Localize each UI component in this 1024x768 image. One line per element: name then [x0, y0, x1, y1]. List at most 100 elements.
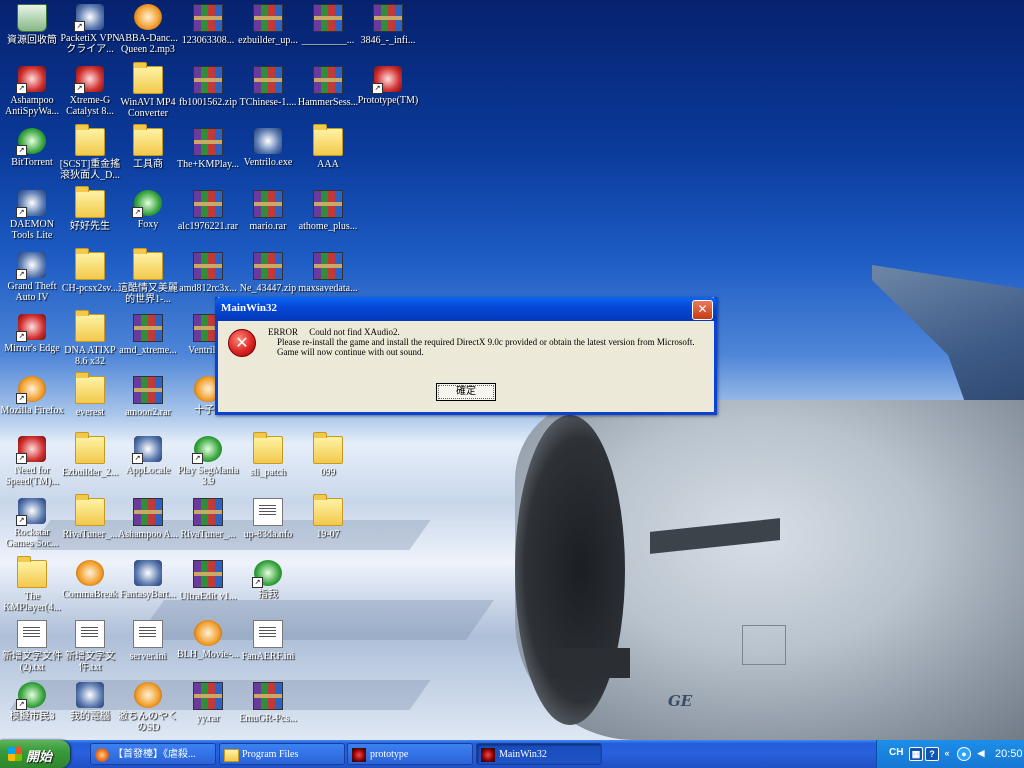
desktop-icon[interactable]: 新增文字文件.txt	[58, 620, 122, 673]
folder-icon	[313, 432, 343, 464]
desktop-icon[interactable]: ↗ Foxy	[116, 190, 180, 230]
close-icon[interactable]: ✕	[692, 300, 713, 320]
desktop-icon[interactable]: mario.rar	[236, 190, 300, 232]
desktop[interactable]: GE 資源回收筒 ↗ PacketiX VPN クライア... ABBA-Danc..…	[0, 0, 1024, 740]
desktop-icon[interactable]: ↗ Play SegMania 3.9	[176, 436, 240, 487]
taskbar-item-firefox[interactable]: 【首發檯】《虐殺...	[90, 743, 216, 765]
start-button[interactable]: 開始	[0, 740, 70, 768]
desktop-icon[interactable]: ↗ Prototype(TM)	[356, 66, 420, 106]
desktop-icon[interactable]: athome_plus...	[296, 190, 360, 232]
desktop-icon[interactable]: amoon2.rar	[116, 376, 180, 418]
desktop-icon[interactable]: 好好先生	[58, 186, 122, 232]
desktop-icon[interactable]: maxsavedata...	[296, 252, 360, 294]
tray-arrow-icon[interactable]: «	[941, 747, 953, 759]
network-icon[interactable]: ●	[957, 747, 971, 761]
desktop-icon[interactable]: 這酷情又美麗的世界1-...	[116, 248, 180, 305]
desktop-icon[interactable]: _________...	[296, 4, 360, 46]
shortcut-arrow-icon: ↗	[74, 21, 85, 32]
desktop-icon-label: Ezbuilder_2...	[61, 467, 119, 478]
desktop-icon[interactable]: ↗ Rockstar Games Soc...	[0, 498, 64, 549]
desktop-icon[interactable]: UltraEdit v1...	[176, 560, 240, 602]
desktop-icon-label: Prototype(TM)	[357, 95, 419, 106]
desktop-icon[interactable]: ABBA-Danc... Queen 2.mp3	[116, 4, 180, 55]
desktop-icon[interactable]: 3846_-_infi...	[356, 4, 420, 46]
volume-icon[interactable]: ◀	[975, 747, 987, 759]
desktop-icon[interactable]: 激ちんのやくのSD	[116, 682, 180, 733]
desktop-icon-label: 3846_-_infi...	[360, 35, 416, 46]
desktop-icon[interactable]: DNA ATIXP 8.6 x32	[58, 310, 122, 367]
desktop-icon[interactable]: yy.rar	[176, 682, 240, 724]
desktop-icon[interactable]: Ne_43447.zip	[236, 252, 300, 294]
desktop-icon[interactable]: ↗ Need for Speed(TM)...	[0, 436, 64, 487]
application-icon	[254, 128, 282, 154]
taskbar-item-mainwin32[interactable]: MainWin32	[476, 743, 602, 765]
archive-icon	[133, 314, 163, 342]
desktop-icon[interactable]: FanAERF.ini	[236, 620, 300, 662]
desktop-icon[interactable]: alc1976221.rar	[176, 190, 240, 232]
help-icon[interactable]: ?	[925, 747, 939, 761]
desktop-icon[interactable]: WinAVI MP4 Converter	[116, 62, 180, 119]
folder-icon	[75, 372, 105, 404]
desktop-icon[interactable]: ↗ PacketiX VPN クライア...	[58, 4, 122, 55]
desktop-icon[interactable]: amd812rc3x...	[176, 252, 240, 294]
folder-icon	[133, 248, 163, 280]
desktop-icon[interactable]: BLH_Movie-...	[176, 620, 240, 660]
desktop-icon-label: 好好先生	[70, 221, 110, 232]
desktop-icon[interactable]: EmuGR-Pcs...	[236, 682, 300, 724]
desktop-icon[interactable]: everest	[58, 372, 122, 418]
desktop-icon[interactable]: 19-07	[296, 494, 360, 540]
archive-icon	[253, 66, 283, 94]
desktop-icon[interactable]: ↗ Xtreme-G Catalyst 8...	[58, 66, 122, 117]
desktop-icon[interactable]: CH-pcsx2sv...	[58, 248, 122, 294]
folder-icon	[75, 310, 105, 342]
desktop-icon-label: DAEMON Tools Lite	[10, 219, 54, 241]
desktop-icon-label: amoon2.rar	[125, 407, 171, 418]
archive-icon	[193, 66, 223, 94]
desktop-icon[interactable]: The+KMPlay...	[176, 128, 240, 170]
language-indicator[interactable]: CH	[889, 747, 903, 758]
desktop-icon[interactable]: TChinese-1....	[236, 66, 300, 108]
desktop-icon[interactable]: ↗ AppLocale	[116, 436, 180, 476]
keyboard-icon[interactable]: ▦	[909, 747, 923, 761]
desktop-icon[interactable]: RivaTuner_...	[58, 494, 122, 540]
desktop-icon[interactable]: [SCST]重金搖滾狄面人_D...	[58, 124, 122, 181]
desktop-icon[interactable]: 099	[296, 432, 360, 478]
desktop-icon[interactable]: CommaBreak	[58, 560, 122, 600]
dialog-titlebar[interactable]: MainWin32 ✕	[215, 297, 717, 321]
desktop-icon[interactable]: up-83da.nfo	[236, 498, 300, 540]
desktop-icon[interactable]: Ashampoo A...	[116, 498, 180, 540]
desktop-icon-label: maxsavedata...	[298, 283, 358, 294]
desktop-icon[interactable]: sli_patch	[236, 432, 300, 478]
shortcut-arrow-icon: ↗	[16, 83, 27, 94]
desktop-icon[interactable]: Ventrilo.exe	[236, 128, 300, 168]
desktop-icon[interactable]: ↗ BitTorrent	[0, 128, 64, 168]
desktop-icon[interactable]: AAA	[296, 124, 360, 170]
clock[interactable]: 20:50	[995, 748, 1023, 760]
desktop-icon[interactable]: ↗ 模擬市民3	[0, 682, 64, 722]
desktop-icon[interactable]: ↗ Ashampoo AntiSpyWa...	[0, 66, 64, 117]
desktop-icon[interactable]: FantasyBart...	[116, 560, 180, 600]
taskbar-item-program-files[interactable]: Program Files	[219, 743, 345, 765]
desktop-icon[interactable]: ↗ Mirror's Edge	[0, 314, 64, 354]
desktop-icon[interactable]: 新增文字文件 (2).txt	[0, 620, 64, 673]
taskbar-item-prototype[interactable]: prototype	[347, 743, 473, 765]
desktop-icon[interactable]: fb1001562.zip	[176, 66, 240, 108]
desktop-icon[interactable]: ↗ DAEMON Tools Lite	[0, 190, 64, 241]
desktop-icon[interactable]: server.ini	[116, 620, 180, 662]
desktop-icon[interactable]: HammerSess...	[296, 66, 360, 108]
error-icon: ✕	[228, 329, 256, 357]
desktop-icon[interactable]: 123063308...	[176, 4, 240, 46]
desktop-icon[interactable]: RivaTuner_...	[176, 498, 240, 540]
desktop-icon[interactable]: ↗ 指我	[236, 560, 300, 600]
desktop-icon[interactable]: Ezbuilder_2...	[58, 432, 122, 478]
desktop-icon[interactable]: ezbuilder_up...	[236, 4, 300, 46]
desktop-icon[interactable]: 工具商	[116, 124, 180, 170]
desktop-icon[interactable]: 資源回收筒	[0, 4, 64, 46]
folder-icon	[75, 432, 105, 464]
ok-button[interactable]: 確定	[436, 383, 496, 401]
desktop-icon[interactable]: 我的電腦	[58, 682, 122, 722]
desktop-icon[interactable]: ↗ Grand Theft Auto IV	[0, 252, 64, 303]
desktop-icon[interactable]: The KMPlayer(4...	[0, 556, 64, 613]
desktop-icon[interactable]: ↗ Mozilla Firefox	[0, 376, 64, 416]
desktop-icon[interactable]: amd_xtreme...	[116, 314, 180, 356]
